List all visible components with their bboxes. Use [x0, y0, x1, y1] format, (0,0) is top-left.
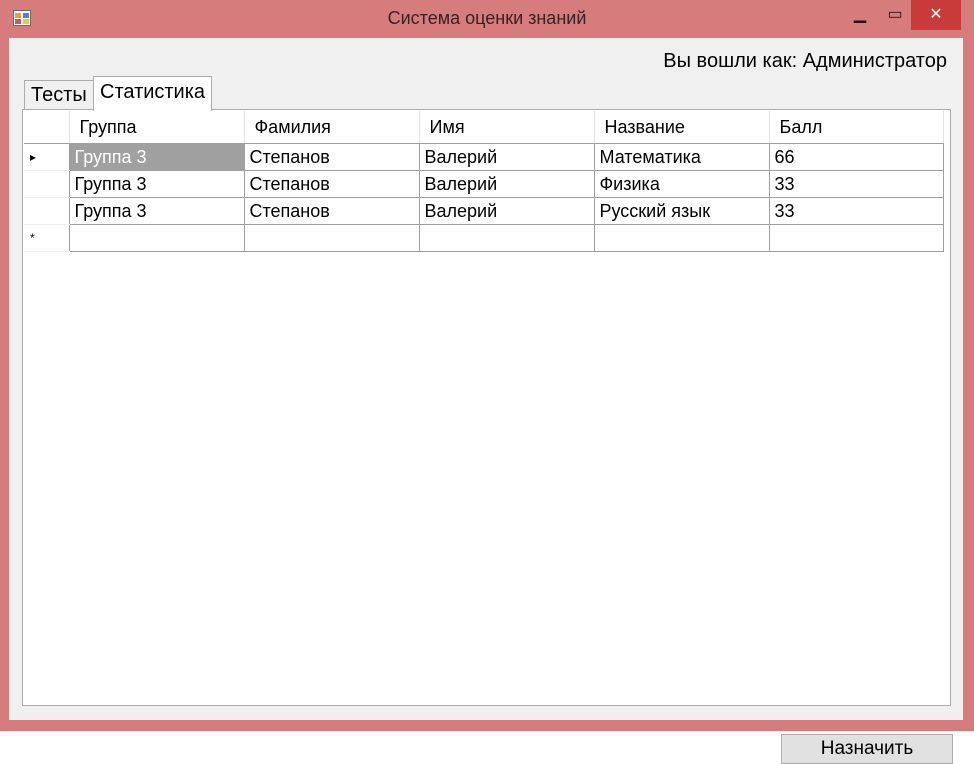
- grid-cell-name[interactable]: Валерий: [418, 170, 595, 198]
- title-bar[interactable]: Система оценки знаний ▁ ▭ ✕: [0, 0, 974, 38]
- new-row[interactable]: *: [24, 224, 944, 252]
- statistics-tab-panel: Группа Фамилия Имя Название Балл ▸ Групп…: [22, 109, 953, 764]
- row-header-cell[interactable]: [24, 170, 70, 198]
- grid-cell-group[interactable]: Группа 3: [68, 197, 245, 225]
- grid-cell-title[interactable]: Математика: [593, 143, 770, 171]
- logged-in-user-label: Вы вошли как: Администратор: [663, 50, 947, 72]
- grid-cell-surname[interactable]: Степанов: [243, 143, 420, 171]
- close-button[interactable]: ✕: [911, 0, 961, 30]
- column-header-surname[interactable]: Фамилия: [244, 111, 420, 144]
- column-header-name[interactable]: Имя: [419, 111, 595, 144]
- app-window: Система оценки знаний ▁ ▭ ✕ Вы вошли как…: [0, 0, 974, 764]
- grid-cell-group[interactable]: Группа 3: [68, 143, 245, 171]
- maximize-button[interactable]: ▭: [880, 0, 910, 30]
- maximize-icon: ▭: [887, 6, 903, 23]
- grid-cell-surname[interactable]: Степанов: [243, 170, 420, 198]
- grid-cell-score[interactable]: 66: [768, 143, 944, 171]
- close-icon: ✕: [929, 6, 943, 23]
- grid-cell-surname[interactable]: [243, 224, 420, 252]
- tab-tests[interactable]: Тесты: [24, 80, 94, 110]
- window-title: Система оценки знаний: [387, 8, 587, 28]
- tab-statistics[interactable]: Статистика: [93, 76, 213, 111]
- grid-cell-group[interactable]: [68, 224, 245, 252]
- grid-header-row: Группа Фамилия Имя Название Балл: [24, 111, 944, 144]
- column-header-group[interactable]: Группа: [69, 111, 245, 144]
- statistics-grid[interactable]: Группа Фамилия Имя Название Балл ▸ Групп…: [24, 111, 944, 252]
- minimize-icon: ▁: [853, 6, 867, 23]
- assign-button[interactable]: Назначить: [781, 734, 953, 764]
- grid-cell-name[interactable]: Валерий: [418, 197, 595, 225]
- column-header-score[interactable]: Балл: [769, 111, 944, 144]
- client-area: Вы вошли как: Администратор Тесты Статис…: [9, 38, 963, 764]
- new-row-asterisk-icon[interactable]: *: [24, 224, 70, 252]
- grid-cell-name[interactable]: [418, 224, 595, 252]
- grid-corner-cell[interactable]: [24, 111, 70, 144]
- row-header-cell[interactable]: [24, 197, 70, 225]
- minimize-button[interactable]: ▁: [845, 0, 875, 30]
- current-row-arrow-icon[interactable]: ▸: [24, 143, 70, 171]
- table-row[interactable]: Группа 3 Степанов Валерий Русский язык 3…: [24, 197, 944, 225]
- grid-cell-surname[interactable]: Степанов: [243, 197, 420, 225]
- grid-cell-score[interactable]: 33: [768, 197, 944, 225]
- table-row[interactable]: Группа 3 Степанов Валерий Физика 33: [24, 170, 944, 198]
- column-header-title[interactable]: Название: [594, 111, 770, 144]
- grid-cell-name[interactable]: Валерий: [418, 143, 595, 171]
- grid-cell-title[interactable]: Русский язык: [593, 197, 770, 225]
- grid-cell-group[interactable]: Группа 3: [68, 170, 245, 198]
- grid-cell-title[interactable]: Физика: [593, 170, 770, 198]
- grid-cell-score[interactable]: [768, 224, 944, 252]
- grid-cell-title[interactable]: [593, 224, 770, 252]
- table-row[interactable]: ▸ Группа 3 Степанов Валерий Математика 6…: [24, 143, 944, 171]
- grid-cell-score[interactable]: 33: [768, 170, 944, 198]
